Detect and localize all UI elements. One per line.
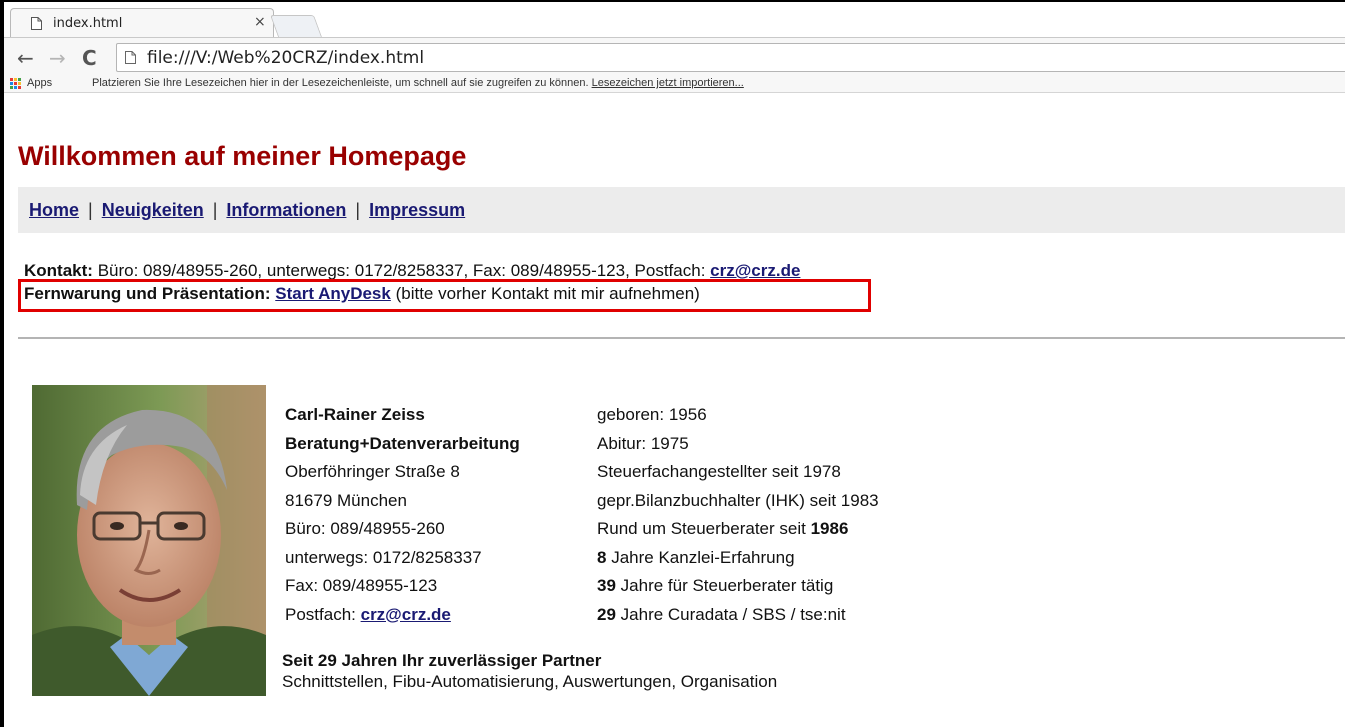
apps-label[interactable]: Apps [27, 77, 52, 89]
url-text: file:///V:/Web%20CRZ/index.html [147, 48, 425, 68]
profile-name: Carl-Rainer Zeiss [285, 405, 425, 424]
nav-separator: | [355, 200, 361, 220]
tab-close-icon[interactable]: × [254, 14, 266, 30]
fact-rund: Rund um Steuerberater seit 1986 [597, 515, 879, 544]
site-navbar: Home | Neuigkeiten | Informationen | Impressum [18, 187, 1345, 233]
profile-office: Büro: 089/48955-260 [285, 519, 445, 538]
bookmarks-hint: Platzieren Sie Ihre Lesezeichen hier in … [92, 77, 744, 89]
apps-grid-icon[interactable] [10, 78, 22, 90]
bookmarks-bar: Apps Platzieren Sie Ihre Lesezeichen hie… [4, 74, 1345, 94]
profile-city: 81679 München [285, 490, 407, 510]
profile-fax: Fax: 089/48955-123 [285, 576, 438, 595]
partner-block: Seit 29 Jahren Ihr zuverlässiger Partner… [282, 650, 777, 692]
fact-rund-text: Rund um Steuerberater seit [597, 519, 806, 538]
page-content: Willkommen auf meiner Homepage Home | Neui… [4, 94, 1345, 727]
fact-born: geboren: 1956 [597, 405, 707, 424]
fact-curadata: 29 Jahre Curadata / SBS / tse:nit [597, 601, 879, 630]
fact-abitur: Abitur: 1975 [597, 433, 689, 453]
fact-rund-year: 1986 [810, 519, 849, 538]
fact-taetig-num: 39 [597, 576, 616, 595]
back-arrow-icon[interactable]: ← [17, 47, 34, 69]
forward-arrow-icon[interactable]: → [49, 47, 66, 69]
page-title: Willkommen auf meiner Homepage [18, 141, 467, 171]
fact-taetig-text: Jahre für Steuerberater tätig [620, 576, 834, 595]
contact-email-link[interactable]: crz@crz.de [710, 261, 800, 280]
address-bar[interactable]: file:///V:/Web%20CRZ/index.html [116, 43, 1345, 72]
highlight-box [18, 279, 871, 312]
reload-icon[interactable]: C [82, 47, 97, 69]
tab-title: index.html [53, 16, 123, 31]
browser-tab[interactable]: index.html × [10, 8, 274, 37]
contact-line: Kontakt: Büro: 089/48955-260, unterwegs:… [24, 261, 800, 281]
nav-separator: | [212, 200, 218, 220]
partner-text: Schnittstellen, Fibu-Automatisierung, Au… [282, 672, 778, 691]
fact-bilanz: gepr.Bilanzbuchhalter (IHK) seit 1983 [597, 490, 879, 510]
divider [18, 337, 1345, 339]
fact-curadata-num: 29 [597, 604, 616, 624]
nav-link-informationen[interactable]: Informationen [226, 200, 346, 220]
new-tab-button[interactable] [269, 15, 323, 37]
fact-kanzlei-num: 8 [597, 547, 607, 567]
nav-link-home[interactable]: Home [29, 200, 79, 220]
document-icon [31, 17, 42, 30]
profile-street: Oberföhringer Straße 8 [285, 462, 460, 481]
portrait-image [32, 385, 266, 696]
bookmarks-hint-text: Platzieren Sie Ihre Lesezeichen hier in … [92, 77, 589, 89]
nav-separator: | [88, 200, 93, 220]
fact-taetig: 39 Jahre für Steuerberater tätig [597, 572, 879, 601]
profile-email-link[interactable]: crz@crz.de [361, 605, 451, 624]
profile-address: Carl-Rainer Zeiss Beratung+Datenverarbei… [285, 401, 520, 629]
import-bookmarks-link[interactable]: Lesezeichen jetzt importieren... [592, 77, 744, 89]
nav-link-impressum[interactable]: Impressum [369, 200, 465, 220]
contact-text: Büro: 089/48955-260, unterwegs: 0172/825… [97, 261, 706, 280]
fact-curadata-text: Jahre Curadata / SBS / tse:nit [620, 604, 846, 624]
profile-mail-line: Postfach: crz@crz.de [285, 601, 520, 630]
portrait-photo [32, 385, 266, 696]
partner-title: Seit 29 Jahren Ihr zuverlässiger Partner [282, 651, 602, 670]
profile-mobile: unterwegs: 0172/8258337 [285, 547, 482, 567]
fact-kanzlei-text: Jahre Kanzlei-Erfahrung [611, 547, 795, 567]
profile-company: Beratung+Datenverarbeitung [285, 433, 520, 453]
fact-kanzlei: 8 Jahre Kanzlei-Erfahrung [597, 544, 879, 573]
profile-mail-label: Postfach: [285, 604, 356, 624]
profile-facts: geboren: 1956 Abitur: 1975 Steuerfachang… [597, 401, 879, 629]
tab-strip: index.html × [4, 2, 1345, 37]
browser-toolbar: ← → C file:///V:/Web%20CRZ/index.html Ap… [4, 37, 1345, 93]
nav-link-neuigkeiten[interactable]: Neuigkeiten [102, 200, 204, 220]
contact-label: Kontakt: [24, 261, 93, 280]
fact-steuer: Steuerfachangestellter seit 1978 [597, 462, 841, 481]
page-icon [125, 51, 136, 64]
